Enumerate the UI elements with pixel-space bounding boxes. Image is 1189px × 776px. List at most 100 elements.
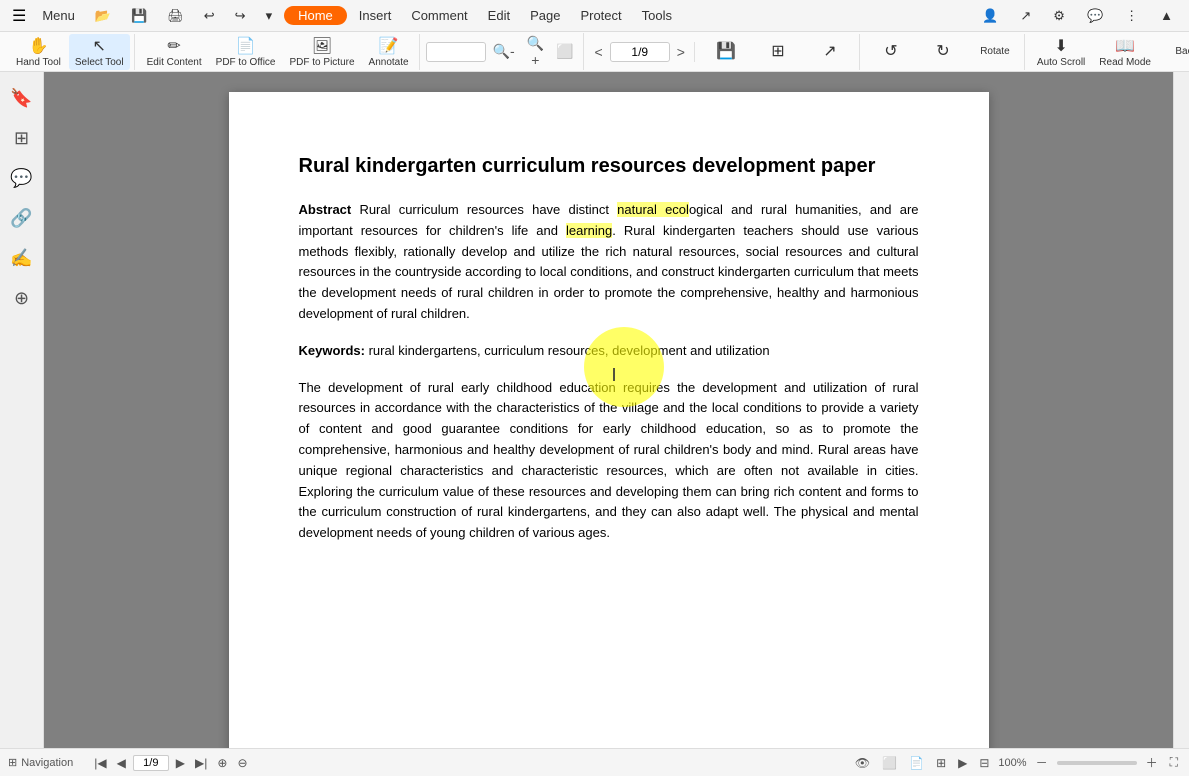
rotate-right-btn[interactable]: ↻ — [918, 34, 968, 70]
zoom-slider[interactable] — [1057, 761, 1137, 765]
menu-btn-menu[interactable]: Menu — [34, 6, 83, 25]
right-scrollbar[interactable] — [1173, 72, 1189, 748]
view-icon: ⊞ — [771, 41, 784, 61]
page-status-input[interactable] — [133, 755, 169, 771]
tool-group-zoom: 100% 🔍- 🔍+ ⬜ — [422, 33, 584, 70]
settings-icon[interactable]: ⚙ — [1045, 6, 1073, 26]
auto-scroll-icon: ⬇ — [1054, 36, 1067, 56]
back-btn[interactable]: Bac — [1159, 34, 1189, 70]
tab-page[interactable]: Page — [522, 6, 568, 25]
sidebar-layers-icon[interactable]: ⊕ — [4, 280, 40, 316]
fullscreen-btn[interactable]: ⛶ — [1167, 754, 1181, 771]
tool-group-select: ✋ Hand Tool ↖ Select Tool — [6, 34, 135, 70]
columns-icon-btn[interactable]: ⊞ — [933, 755, 949, 771]
read-mode-icon: 📖 — [1115, 36, 1135, 56]
highlighted-text-1: natural ecol — [617, 202, 689, 217]
keywords-label: Keywords: — [299, 343, 365, 358]
page-input[interactable] — [610, 42, 670, 62]
pdf-to-office-btn[interactable]: 📄 PDF to Office — [210, 34, 282, 70]
hand-icon: ✋ — [28, 36, 48, 56]
zoom-out-btn[interactable]: 🔍- — [488, 41, 520, 62]
edit-content-icon: ✏ — [167, 36, 180, 56]
eye-icon-btn[interactable]: 👁 — [852, 755, 873, 771]
pdf-to-office-icon: 📄 — [236, 36, 256, 56]
tab-comment[interactable]: Comment — [403, 6, 475, 25]
zoom-out-status-btn[interactable]: － — [1033, 753, 1051, 772]
sidebar-comment-icon[interactable]: 💬 — [4, 160, 40, 196]
open-btn[interactable]: 📂 — [87, 6, 119, 26]
menu-bar-right: 👤 ↗ ⚙ 💬 ⋮ ▲ — [974, 6, 1181, 26]
status-bar: ⊞ Navigation |◀ ◀ ▶ ▶| ⊕ ⊖ 👁 ⬜ 📄 ⊞ ▶ ⊟ 1… — [0, 748, 1189, 776]
redo-btn[interactable]: ↪ — [227, 6, 254, 26]
tab-edit[interactable]: Edit — [480, 6, 518, 25]
collapse-icon[interactable]: ▲ — [1152, 6, 1181, 25]
last-page-btn[interactable]: ▶| — [192, 755, 210, 771]
fit-page-btn[interactable]: ⬜ — [551, 41, 578, 62]
sidebar-thumbnail-icon[interactable]: ⊞ — [4, 120, 40, 156]
abstract-text-part1: Rural curriculum resources have distinct — [351, 202, 617, 217]
more-icon[interactable]: ⋮ — [1117, 6, 1146, 26]
sidebar-signature-icon[interactable]: ✍ — [4, 240, 40, 276]
export-btn[interactable]: ↗ — [805, 34, 855, 70]
rotate-btn[interactable]: Rotate — [970, 34, 1020, 70]
pdf-to-picture-btn[interactable]: 🖼 PDF to Picture — [284, 34, 361, 70]
tab-protect[interactable]: Protect — [572, 6, 629, 25]
sidebar-attachment-icon[interactable]: 🔗 — [4, 200, 40, 236]
print-btn[interactable]: 🖨 — [159, 6, 192, 26]
navigation-label: Navigation — [21, 757, 73, 769]
save-btn[interactable]: 💾 — [123, 6, 155, 26]
annotate-btn[interactable]: 📝 Annotate — [363, 34, 415, 70]
add-page-btn[interactable]: ⊕ — [214, 755, 230, 771]
left-sidebar: 🔖 ⊞ 💬 🔗 ✍ ⊕ — [0, 72, 44, 748]
first-page-btn[interactable]: |◀ — [91, 755, 109, 771]
tab-tools[interactable]: Tools — [634, 6, 680, 25]
edit-content-btn[interactable]: ✏ Edit Content — [141, 34, 208, 70]
history-btn[interactable]: ▾ — [258, 6, 281, 26]
tool-group-edit: ✏ Edit Content 📄 PDF to Office 🖼 PDF to … — [137, 34, 420, 70]
body-paragraph-1: The development of rural early childhood… — [299, 378, 919, 544]
navigation-panel-icon: ⊞ — [8, 756, 17, 769]
fit-page-status-btn[interactable]: ⬜ — [879, 755, 900, 771]
status-left: ⊞ Navigation — [8, 756, 73, 769]
auto-scroll-btn[interactable]: ⬇ Auto Scroll — [1031, 34, 1091, 70]
pdf-to-picture-icon: 🖼 — [312, 36, 332, 56]
menu-bar: ☰ Menu 📂 💾 🖨 ↩ ↪ ▾ Home Insert Comment E… — [0, 0, 1189, 32]
zoom-in-btn[interactable]: 🔍+ — [522, 33, 549, 70]
document-title: Rural kindergarten curriculum resources … — [299, 152, 919, 180]
next-page-btn[interactable]: > — [672, 42, 690, 62]
pdf-page: I Rural kindergarten curriculum resource… — [229, 92, 989, 748]
view-btn[interactable]: ⊞ — [753, 34, 803, 70]
select-tool-btn[interactable]: ↖ Select Tool — [69, 34, 130, 70]
tool-group-view: ⬇ Auto Scroll 📖 Read Mode Bac — [1027, 34, 1189, 70]
undo-btn[interactable]: ↩ — [196, 6, 223, 26]
sidebar-bookmark-icon[interactable]: 🔖 — [4, 80, 40, 116]
hand-tool-btn[interactable]: ✋ Hand Tool — [10, 34, 67, 70]
remove-page-btn[interactable]: ⊖ — [234, 755, 250, 771]
document-area: I Rural kindergarten curriculum resource… — [44, 72, 1173, 748]
zoom-in-status-btn[interactable]: ＋ — [1143, 753, 1161, 772]
read-mode-btn[interactable]: 📖 Read Mode — [1093, 34, 1157, 70]
zoom-level-label: 100% — [998, 757, 1026, 769]
share-icon[interactable]: ↗ — [1012, 6, 1039, 26]
chat-icon[interactable]: 💬 — [1079, 6, 1111, 26]
hamburger-icon[interactable]: ☰ — [8, 4, 30, 28]
doc-icon-btn[interactable]: 📄 — [906, 755, 927, 771]
prev-page-status-btn[interactable]: ◀ — [114, 755, 129, 771]
account-icon[interactable]: 👤 — [974, 6, 1006, 26]
highlighted-text-2: learning — [566, 223, 612, 238]
zoom-input[interactable]: 100% — [426, 42, 486, 62]
annotate-icon: 📝 — [379, 36, 399, 56]
next-page-status-btn[interactable]: ▶ — [173, 755, 188, 771]
grid-icon-btn[interactable]: ⊟ — [976, 755, 992, 771]
prev-page-btn[interactable]: < — [590, 42, 608, 62]
status-center: |◀ ◀ ▶ ▶| ⊕ ⊖ — [91, 755, 250, 771]
toolbar: ✋ Hand Tool ↖ Select Tool ✏ Edit Content… — [0, 32, 1189, 72]
abstract-paragraph: Abstract Rural curriculum resources have… — [299, 200, 919, 325]
rotate-left-btn[interactable]: ↺ — [866, 34, 916, 70]
tab-insert[interactable]: Insert — [351, 6, 400, 25]
tab-home[interactable]: Home — [284, 6, 347, 25]
save-tool-btn[interactable]: 💾 — [701, 34, 751, 70]
status-right: 👁 ⬜ 📄 ⊞ ▶ ⊟ 100% － ＋ ⛶ — [852, 753, 1181, 772]
main-area: 🔖 ⊞ 💬 🔗 ✍ ⊕ I Rural kindergarten curricu… — [0, 72, 1189, 748]
play-icon-btn[interactable]: ▶ — [955, 755, 970, 771]
